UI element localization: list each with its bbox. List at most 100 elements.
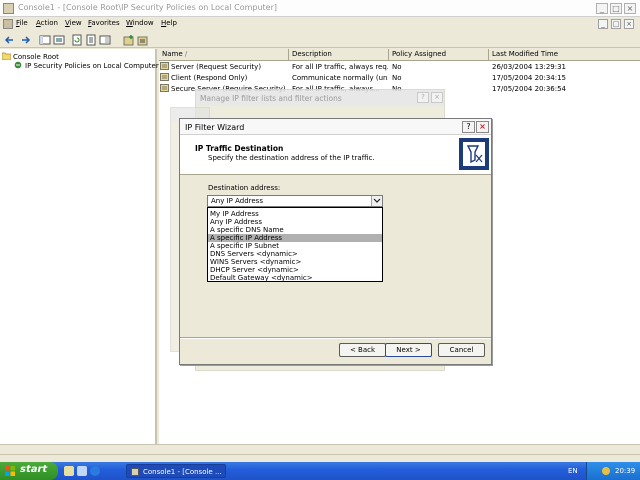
folder-icon (1, 52, 12, 61)
dropdown-option-specific-ip[interactable]: A specific IP Address (208, 234, 382, 242)
clock[interactable]: 20:39 (615, 467, 635, 475)
destination-dropdown-list[interactable]: My IP Address Any IP Address A specific … (207, 207, 383, 282)
tree-item-ip-security-policies[interactable]: IP Security Policies on Local Computer (14, 61, 159, 70)
windows-logo-icon (5, 466, 15, 476)
policy-icon (160, 73, 169, 81)
column-header-policy-assigned[interactable]: Policy Assigned (389, 49, 489, 61)
dropdown-option-dns-name[interactable]: A specific DNS Name (208, 226, 382, 234)
policy-icon (160, 84, 169, 92)
destination-address-label: Destination address: (208, 184, 281, 192)
list-header: Name / Description Policy Assigned Last … (159, 49, 640, 61)
wizard-step-subtitle: Specify the destination address of the I… (208, 154, 375, 162)
network-icon[interactable] (602, 467, 610, 475)
document-icon[interactable] (3, 19, 13, 29)
menu-file[interactable]: File (16, 19, 28, 27)
policy-modified-cell: 26/03/2004 13:29:31 (492, 63, 567, 71)
chevron-down-icon[interactable] (371, 196, 382, 206)
policy-name-cell: Client (Respond Only) (160, 73, 288, 84)
column-header-description[interactable]: Description (289, 49, 389, 61)
dialog-title-bar[interactable]: Manage IP filter lists and filter action… (196, 90, 444, 106)
policy-description-cell: Communicate normally (uns... (292, 74, 388, 82)
internet-explorer-icon[interactable] (90, 466, 100, 476)
taskbar-item-label: Console1 - [Console ... (143, 468, 222, 476)
wizard-title-bar[interactable]: IP Filter Wizard ? × (180, 119, 491, 135)
menu-view[interactable]: View (65, 19, 82, 27)
dropdown-option-dhcp-server[interactable]: DHCP Server <dynamic> (208, 266, 382, 274)
console-app-icon (131, 468, 139, 476)
dropdown-option-ip-subnet[interactable]: A specific IP Subnet (208, 242, 382, 250)
close-button[interactable]: × (476, 121, 489, 133)
tree-item-label: Console Root (13, 53, 59, 61)
column-header-name[interactable]: Name / (159, 49, 289, 61)
status-bar (0, 454, 640, 462)
back-button[interactable]: < Back (339, 343, 386, 357)
policy-icon (160, 62, 169, 70)
toolbar (0, 31, 640, 48)
table-row[interactable]: Client (Respond Only) Communicate normal… (159, 73, 640, 84)
menu-window[interactable]: Window (126, 19, 154, 27)
next-button[interactable]: Next > (385, 343, 432, 357)
policy-assigned-cell: No (392, 63, 402, 71)
wizard-title: IP Filter Wizard (185, 123, 245, 132)
system-tray: 20:39 (586, 462, 640, 480)
policy-assigned-cell: No (392, 74, 402, 82)
menu-action[interactable]: Action (36, 19, 58, 27)
dropdown-option-dns-servers[interactable]: DNS Servers <dynamic> (208, 250, 382, 258)
selected-destination: Any IP Address (211, 197, 263, 205)
close-button[interactable]: × (431, 92, 443, 103)
table-row[interactable]: Server (Request Security) For all IP tra… (159, 62, 640, 73)
up-folder-icon[interactable] (38, 33, 51, 45)
taskbar-item-console1[interactable]: Console1 - [Console ... (126, 464, 226, 478)
dropdown-option-default-gateway[interactable]: Default Gateway <dynamic> (208, 274, 382, 282)
console-tree-pane[interactable]: Console Root IP Security Policies on Loc… (0, 49, 159, 444)
console-app-icon (3, 3, 14, 14)
close-button[interactable]: × (624, 3, 636, 14)
refresh-icon[interactable] (70, 33, 82, 46)
help-button[interactable]: ? (417, 92, 429, 103)
tree-item-console-root[interactable]: Console Root (1, 52, 59, 61)
explorer-icon[interactable] (77, 466, 87, 476)
policy-modified-cell: 17/05/2004 20:34:15 (492, 74, 567, 82)
manage-filters-icon[interactable] (136, 33, 148, 46)
destination-address-combobox[interactable]: Any IP Address (207, 195, 383, 207)
back-arrow-icon[interactable] (3, 33, 15, 45)
dropdown-option-wins-servers[interactable]: WINS Servers <dynamic> (208, 258, 382, 266)
dropdown-option-any-ip[interactable]: Any IP Address (208, 218, 382, 226)
column-header-last-modified[interactable]: Last Modified Time (489, 49, 640, 61)
ip-security-policy-icon (14, 61, 23, 69)
dropdown-option-my-ip[interactable]: My IP Address (208, 210, 382, 218)
help-book-icon[interactable] (98, 33, 111, 45)
dialog-title: Manage IP filter lists and filter action… (200, 94, 342, 103)
ip-filter-wizard-dialog: IP Filter Wizard ? × IP Traffic Destinat… (179, 118, 492, 365)
language-indicator[interactable]: EN (568, 467, 578, 475)
wizard-header: IP Traffic Destination Specify the desti… (180, 135, 491, 175)
cancel-button[interactable]: Cancel (438, 343, 485, 357)
start-label: start (20, 464, 48, 475)
show-hide-tree-icon[interactable] (52, 33, 65, 45)
start-button[interactable]: start (0, 462, 58, 480)
policy-description-cell: For all IP traffic, always req... (292, 63, 388, 71)
add-policy-icon[interactable] (122, 33, 134, 46)
mdi-close-button[interactable]: × (624, 19, 634, 29)
forward-arrow-icon[interactable] (18, 33, 31, 45)
help-button[interactable]: ? (462, 121, 475, 133)
taskbar: start Console1 - [Console ... EN 20:39 (0, 462, 640, 480)
wizard-filter-icon (459, 138, 489, 170)
show-desktop-icon[interactable] (64, 466, 74, 476)
policy-name-cell: Server (Request Security) (160, 62, 288, 73)
window-title: Console1 - [Console Root\IP Security Pol… (18, 3, 277, 12)
menu-favorites[interactable]: Favorites (88, 19, 120, 27)
button-separator (180, 337, 491, 339)
maximize-button[interactable]: □ (610, 3, 622, 14)
minimize-button[interactable]: _ (596, 3, 608, 14)
menu-bar: File Action View Favorites Window Help _… (0, 17, 640, 31)
mdi-minimize-button[interactable]: _ (598, 19, 608, 29)
mdi-restore-button[interactable]: □ (611, 19, 621, 29)
tree-item-label: IP Security Policies on Local Computer (25, 62, 159, 70)
title-bar[interactable]: Console1 - [Console Root\IP Security Pol… (0, 0, 640, 17)
policy-modified-cell: 17/05/2004 20:36:54 (492, 85, 567, 93)
wizard-step-title: IP Traffic Destination (195, 144, 284, 153)
export-list-icon[interactable] (84, 33, 96, 46)
horizontal-scrollbar[interactable] (0, 444, 640, 454)
menu-help[interactable]: Help (161, 19, 177, 27)
